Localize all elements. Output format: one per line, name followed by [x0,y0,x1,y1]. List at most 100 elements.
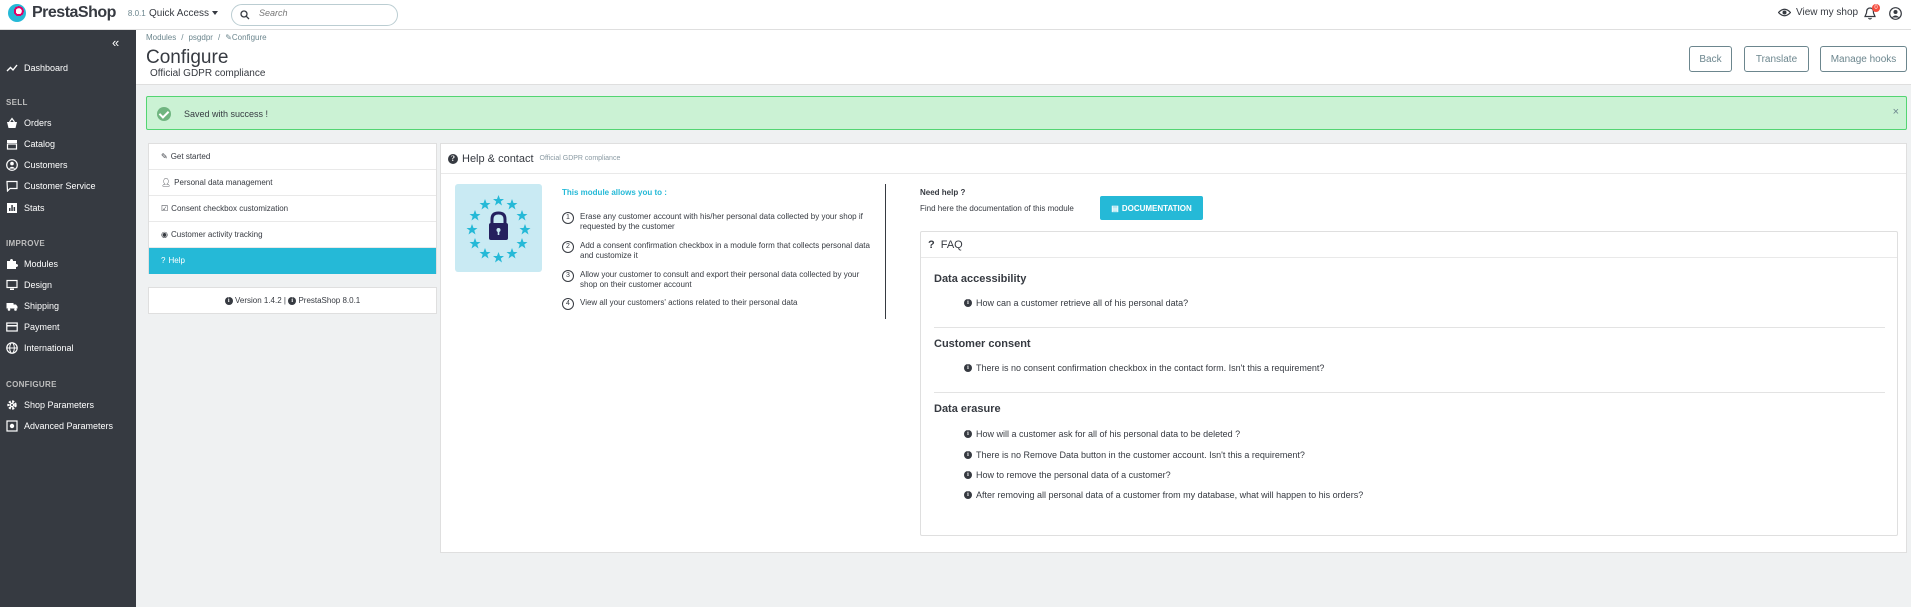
sidebar-item-customer-service[interactable]: Customer Service [6,179,96,193]
desktop-icon [6,279,18,290]
sidebar-item-payment[interactable]: Payment [6,320,60,334]
top-bar: PrestaShop 8.0.1 Quick Access View my sh… [0,0,1911,30]
breadcrumb-psgdpr[interactable]: psgdpr [188,33,212,42]
globe-icon [6,342,18,354]
prestashop-logo-icon [8,4,26,22]
prestashop-version: PrestaShop 8.0.1 [298,296,361,305]
section-sell: SELL [6,98,28,107]
sidebar-label-orders: Orders [24,118,52,128]
sidebar-item-customers[interactable]: Customers [6,158,68,172]
settings-applications-icon [6,420,18,432]
faq-category: Data erasure [934,403,1001,415]
step-text: Erase any customer account with his/her … [580,212,863,231]
sidebar-label-international: International [24,343,74,353]
menu-item-personal-data[interactable]: 👤︎ Personal data management [149,170,436,196]
sidebar-item-modules[interactable]: Modules [6,257,58,271]
sidebar-item-international[interactable]: International [6,341,74,355]
question-icon: ? [928,238,935,251]
feature-step: 4 View all your customers' actions relat… [562,298,872,310]
sidebar-item-orders[interactable]: Orders [6,116,52,130]
documentation-button[interactable]: ▤ DOCUMENTATION [1100,196,1203,220]
credit-card-icon [6,322,18,332]
breadcrumb-configure: ✎Configure [225,33,266,42]
collapse-sidebar-icon[interactable]: « [112,35,119,50]
sidebar-label-catalog: Catalog [24,139,56,149]
sidebar-label-stats: Stats [24,203,45,213]
question-circle-icon: ? [448,153,458,164]
menu-label: Personal data management [174,178,273,187]
faq-question-text: How to remove the personal data of a cus… [976,470,1171,480]
sidebar-item-advanced-parameters[interactable]: Advanced Parameters [6,419,113,433]
back-button[interactable]: Back [1689,46,1732,72]
faq-question-text: How can a customer retrieve all of his p… [976,298,1189,308]
employee-menu-button[interactable] [1889,7,1902,23]
sidebar-item-stats[interactable]: Stats [6,201,45,215]
sidebar-item-catalog[interactable]: Catalog [6,137,55,151]
menu-item-help[interactable]: ? Help [149,248,436,274]
gear-icon [7,400,17,410]
wrench-icon: ✎ [225,33,232,42]
faq-question-text: There is no consent confirmation checkbo… [976,363,1325,373]
account-circle-icon [6,159,18,171]
check-circle-icon [157,107,171,121]
menu-item-consent-checkbox[interactable]: ☑ Consent checkbox customization [149,196,436,222]
search-icon [240,10,250,20]
step-text: Allow your customer to consult and expor… [580,270,860,289]
close-alert-icon[interactable]: × [1893,106,1899,118]
sidebar-item-design[interactable]: Design [6,278,52,292]
notifications-button[interactable]: 0 [1864,4,1880,23]
prestashop-logo[interactable]: PrestaShop 8.0.1 [8,4,146,22]
quick-access-dropdown[interactable]: Quick Access [149,8,219,19]
sidebar-label-customers: Customers [24,160,68,170]
step-text: Add a consent confirmation checkbox in a… [580,241,870,260]
trending-up-icon [6,64,18,72]
version-label: 8.0.1 [127,8,146,18]
faq-question[interactable]: i After removing all personal data of a … [964,490,1363,500]
checkbox-icon: ☑ [161,204,169,213]
store-icon [6,140,18,150]
sidebar: « Dashboard SELL Orders Catalog Customer… [0,30,136,607]
faq-panel: ? FAQ Data accessibility i How can a cus… [920,231,1898,536]
search-input[interactable] [259,8,389,18]
faq-question[interactable]: i How can a customer retrieve all of his… [964,298,1188,308]
user-circle-icon: ◉ [161,230,168,239]
sidebar-item-shop-parameters[interactable]: Shop Parameters [6,398,94,412]
breadcrumb-separator: / [181,33,184,42]
faq-heading: ? FAQ [921,232,1897,258]
puzzle-icon [7,259,18,269]
faq-question[interactable]: i How to remove the personal data of a c… [964,470,1171,480]
module-version: Version 1.4.2 | [234,296,286,305]
faq-question[interactable]: i There is no consent confirmation check… [964,363,1324,373]
user-circle-icon [1889,7,1902,20]
faq-question[interactable]: i There is no Remove Data button in the … [964,450,1305,460]
view-shop-link[interactable]: View my shop [1778,7,1858,18]
sidebar-item-dashboard[interactable]: Dashboard [6,61,68,75]
book-icon: ▤ [1111,203,1119,213]
sidebar-label-payment: Payment [24,322,60,332]
faq-question-text: There is no Remove Data button in the cu… [976,450,1305,460]
sidebar-label-shop-parameters: Shop Parameters [24,400,95,410]
menu-item-get-started[interactable]: ✎ Get started [149,144,436,170]
page-header: Modules / psgdpr / ✎Configure Configure … [136,30,1911,85]
question-circle-icon: ? [161,256,166,265]
faq-question[interactable]: i How will a customer ask for all of his… [964,429,1240,439]
translate-button[interactable]: Translate [1744,46,1809,72]
menu-item-activity-tracking[interactable]: ◉ Customer activity tracking [149,222,436,248]
sidebar-item-shipping[interactable]: Shipping [6,299,59,313]
info-icon: i [964,491,972,499]
info-icon: i [964,299,972,307]
step-number: 1 [562,212,574,224]
search-box[interactable] [231,4,398,26]
info-icon: i [964,451,972,459]
manage-hooks-button[interactable]: Manage hooks [1820,46,1907,72]
menu-label: Customer activity tracking [170,230,263,239]
breadcrumb-modules[interactable]: Modules [146,33,176,42]
menu-label: Consent checkbox customization [171,204,289,213]
faq-divider [934,392,1885,393]
panel-title: Help & contact [462,152,534,165]
step-number: 4 [562,298,574,310]
step-number: 2 [562,241,574,253]
sidebar-label-dashboard: Dashboard [24,63,69,73]
info-icon: i [224,296,233,305]
sidebar-label-shipping: Shipping [24,301,60,311]
